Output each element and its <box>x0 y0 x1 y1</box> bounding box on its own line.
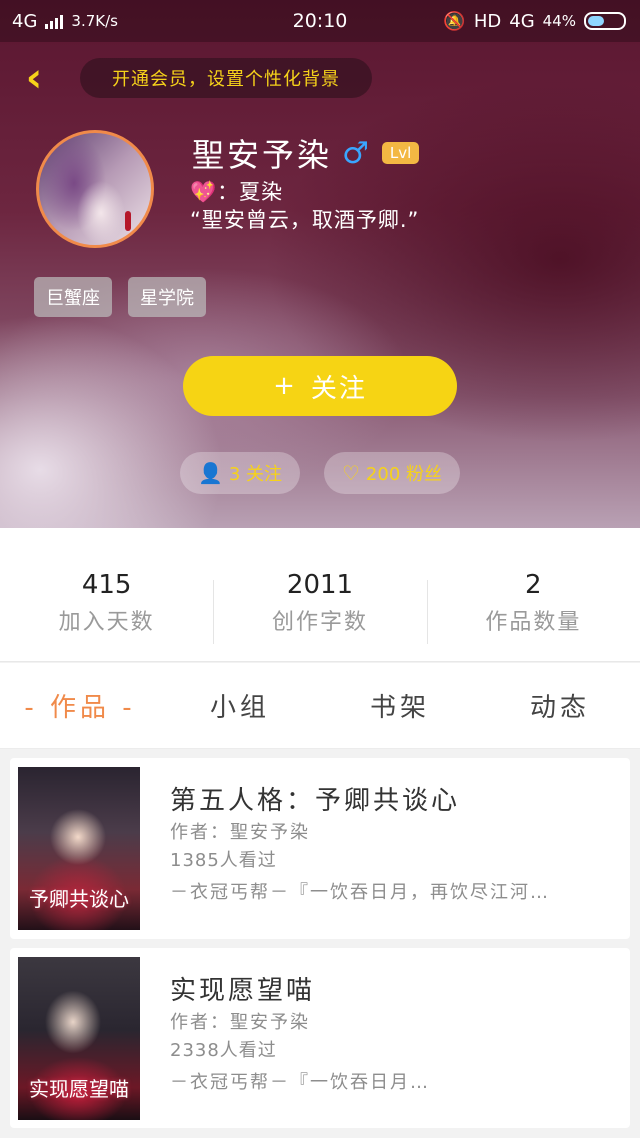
book-cover[interactable]: 实现愿望喵 <box>18 957 140 1120</box>
status-bar: 4G 3.7K/s 20:10 🔕 HD 4G 44% <box>0 0 640 42</box>
tag-academy: 星学院 <box>128 277 206 317</box>
level-badge: Lvl <box>381 142 420 164</box>
work-views: 1385人看过 <box>170 850 277 871</box>
battery-icon <box>584 12 626 30</box>
following-count: 3 关注 <box>228 464 283 485</box>
stat-works-count: 2 作品数量 <box>426 528 640 661</box>
work-description: －衣冠丐帮－『一饮吞日月… <box>170 1072 430 1093</box>
vip-banner[interactable]: 开通会员，设置个性化背景 <box>80 58 372 98</box>
fans-count: 200 粉丝 <box>365 464 442 485</box>
fans-pill[interactable]: ♡ 200 粉丝 <box>324 452 460 494</box>
cover-title: 实现愿望喵 <box>29 1077 129 1101</box>
hd-label: HD <box>473 10 502 32</box>
tab-bookshelf[interactable]: 书架 <box>320 663 480 748</box>
tab-groups[interactable]: 小组 <box>160 663 320 748</box>
work-title: 第五人格：予卿共谈心 <box>170 786 461 816</box>
profile-header: 4G 3.7K/s 20:10 🔕 HD 4G 44% ‹ 开通会员，设置个性化… <box>0 0 640 528</box>
bio: 💖：夏染 “聖安曾云，取酒予卿.” <box>190 178 419 234</box>
chevron-left-icon[interactable]: ‹ <box>14 58 54 98</box>
plus-icon: + <box>273 371 297 401</box>
following-pill[interactable]: 👤 3 关注 <box>180 452 300 494</box>
stat-label: 作品数量 <box>485 609 582 635</box>
mute-icon: 🔕 <box>443 10 466 32</box>
stats-bar: 415 加入天数 2011 创作字数 2 作品数量 <box>0 528 640 662</box>
work-description: －衣冠丐帮－『一饮吞日月，再饮尽江河… <box>170 882 550 903</box>
follow-button[interactable]: + 关注 <box>183 356 457 416</box>
stat-join-days: 415 加入天数 <box>0 528 213 661</box>
tag-list: 巨蟹座 星学院 <box>34 277 206 317</box>
bio-line-1: ：夏染 <box>217 180 284 204</box>
work-card[interactable]: 予卿共谈心 第五人格：予卿共谈心 作者：聖安予染 1385人看过 －衣冠丐帮－『… <box>10 758 630 939</box>
work-title: 实现愿望喵 <box>170 976 316 1006</box>
network-right-label: 4G <box>509 10 535 32</box>
stat-label: 创作字数 <box>271 609 368 635</box>
work-author: 作者：聖安予染 <box>170 1012 310 1033</box>
work-views: 2338人看过 <box>170 1040 277 1061</box>
username-row: 聖安予染 ♂ Lvl <box>192 130 420 176</box>
battery-percent: 44% <box>542 12 576 30</box>
work-card[interactable]: 实现愿望喵 实现愿望喵 作者：聖安予染 2338人看过 －衣冠丐帮－『一饮吞日月… <box>10 948 630 1128</box>
tab-works[interactable]: - 作品 - <box>0 663 160 748</box>
tab-activity[interactable]: 动态 <box>480 663 640 748</box>
sparkle-heart-icon: 💖 <box>190 180 218 204</box>
male-icon: ♂ <box>342 135 372 171</box>
cover-title: 予卿共谈心 <box>29 887 129 911</box>
stat-value: 415 <box>81 569 132 600</box>
tab-bar: - 作品 - 小组 书架 动态 <box>0 663 640 749</box>
bio-line-2: “聖安曾云，取酒予卿.” <box>190 208 420 232</box>
tag-zodiac: 巨蟹座 <box>34 277 112 317</box>
stat-value: 2 <box>525 569 542 600</box>
book-cover[interactable]: 予卿共谈心 <box>18 767 140 930</box>
work-author: 作者：聖安予染 <box>170 822 310 843</box>
stat-value: 2011 <box>286 569 354 600</box>
follow-button-label: 关注 <box>310 373 367 404</box>
stat-word-count: 2011 创作字数 <box>213 528 426 661</box>
add-user-icon: 👤 <box>197 461 223 485</box>
username: 聖安予染 <box>192 136 333 174</box>
heart-icon: ♡ <box>341 461 360 485</box>
stat-label: 加入天数 <box>58 609 155 635</box>
avatar[interactable] <box>36 130 154 248</box>
